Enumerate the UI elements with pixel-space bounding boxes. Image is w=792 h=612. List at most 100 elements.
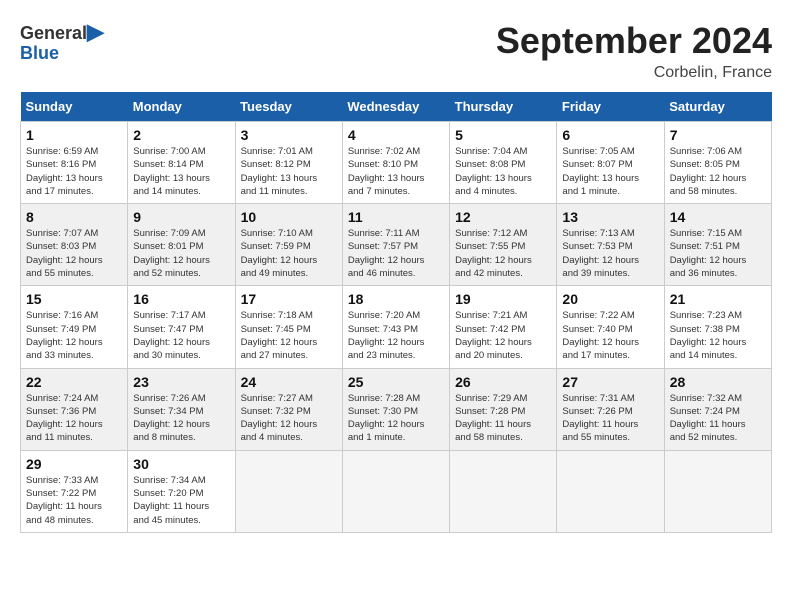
day-info: Sunrise: 6:59 AM Sunset: 8:16 PM Dayligh… <box>26 145 122 198</box>
day-info: Sunrise: 7:13 AM Sunset: 7:53 PM Dayligh… <box>562 227 658 280</box>
day-info: Sunrise: 7:20 AM Sunset: 7:43 PM Dayligh… <box>348 309 444 362</box>
month-title: September 2024 <box>496 20 772 62</box>
day-number: 13 <box>562 209 658 225</box>
calendar-week-5: 29 Sunrise: 7:33 AM Sunset: 7:22 PM Dayli… <box>21 450 772 532</box>
calendar-cell: 11 Sunrise: 7:11 AM Sunset: 7:57 PM Dayli… <box>342 204 449 286</box>
logo-blue: Blue <box>20 44 104 64</box>
day-info: Sunrise: 7:09 AM Sunset: 8:01 PM Dayligh… <box>133 227 229 280</box>
calendar-cell: 26 Sunrise: 7:29 AM Sunset: 7:28 PM Dayli… <box>450 368 557 450</box>
calendar-cell: 5 Sunrise: 7:04 AM Sunset: 8:08 PM Daylig… <box>450 122 557 204</box>
day-info: Sunrise: 7:33 AM Sunset: 7:22 PM Dayligh… <box>26 474 122 527</box>
day-info: Sunrise: 7:07 AM Sunset: 8:03 PM Dayligh… <box>26 227 122 280</box>
header-row: SundayMondayTuesdayWednesdayThursdayFrid… <box>21 92 772 122</box>
calendar-cell: 21 Sunrise: 7:23 AM Sunset: 7:38 PM Dayli… <box>664 286 771 368</box>
calendar-cell: 16 Sunrise: 7:17 AM Sunset: 7:47 PM Dayli… <box>128 286 235 368</box>
day-number: 1 <box>26 127 122 143</box>
day-number: 28 <box>670 374 766 390</box>
calendar-cell: 19 Sunrise: 7:21 AM Sunset: 7:42 PM Dayli… <box>450 286 557 368</box>
calendar-cell: 13 Sunrise: 7:13 AM Sunset: 7:53 PM Dayli… <box>557 204 664 286</box>
title-section: September 2024 Corbelin, France <box>496 20 772 82</box>
calendar-cell: 23Sunrise: 7:26 AM Sunset: 7:34 PM Dayli… <box>128 368 235 450</box>
day-info: Sunrise: 7:29 AM Sunset: 7:28 PM Dayligh… <box>455 392 551 445</box>
weekday-header-sunday: Sunday <box>21 92 128 122</box>
day-number: 9 <box>133 209 229 225</box>
day-number: 7 <box>670 127 766 143</box>
day-info: Sunrise: 7:16 AM Sunset: 7:49 PM Dayligh… <box>26 309 122 362</box>
day-info: Sunrise: 7:24 AM Sunset: 7:36 PM Dayligh… <box>26 392 122 445</box>
day-number: 4 <box>348 127 444 143</box>
calendar-cell: 7Sunrise: 7:06 AM Sunset: 8:05 PM Daylig… <box>664 122 771 204</box>
day-number: 19 <box>455 291 551 307</box>
day-number: 30 <box>133 456 229 472</box>
day-info: Sunrise: 7:00 AM Sunset: 8:14 PM Dayligh… <box>133 145 229 198</box>
calendar-cell <box>450 450 557 532</box>
day-number: 18 <box>348 291 444 307</box>
day-number: 16 <box>133 291 229 307</box>
day-info: Sunrise: 7:01 AM Sunset: 8:12 PM Dayligh… <box>241 145 337 198</box>
calendar-table: SundayMondayTuesdayWednesdayThursdayFrid… <box>20 92 772 533</box>
calendar-cell: 15 Sunrise: 7:16 AM Sunset: 7:49 PM Dayli… <box>21 286 128 368</box>
calendar-cell <box>235 450 342 532</box>
calendar-cell: 6 Sunrise: 7:05 AM Sunset: 8:07 PM Daylig… <box>557 122 664 204</box>
day-number: 29 <box>26 456 122 472</box>
calendar-cell: 12Sunrise: 7:12 AM Sunset: 7:55 PM Dayli… <box>450 204 557 286</box>
day-info: Sunrise: 7:02 AM Sunset: 8:10 PM Dayligh… <box>348 145 444 198</box>
day-info: Sunrise: 7:22 AM Sunset: 7:40 PM Dayligh… <box>562 309 658 362</box>
day-number: 8 <box>26 209 122 225</box>
calendar-cell: 20 Sunrise: 7:22 AM Sunset: 7:40 PM Dayli… <box>557 286 664 368</box>
day-number: 15 <box>26 291 122 307</box>
day-number: 22 <box>26 374 122 390</box>
logo: General▶ Blue <box>20 20 104 64</box>
day-info: Sunrise: 7:27 AM Sunset: 7:32 PM Dayligh… <box>241 392 337 445</box>
calendar-cell: 17Sunrise: 7:18 AM Sunset: 7:45 PM Dayli… <box>235 286 342 368</box>
weekday-header-saturday: Saturday <box>664 92 771 122</box>
day-number: 21 <box>670 291 766 307</box>
day-number: 12 <box>455 209 551 225</box>
logo-general: General <box>20 23 87 43</box>
day-info: Sunrise: 7:18 AM Sunset: 7:45 PM Dayligh… <box>241 309 337 362</box>
day-number: 26 <box>455 374 551 390</box>
calendar-cell: 30 Sunrise: 7:34 AM Sunset: 7:20 PM Dayli… <box>128 450 235 532</box>
day-info: Sunrise: 7:11 AM Sunset: 7:57 PM Dayligh… <box>348 227 444 280</box>
calendar-cell: 3 Sunrise: 7:01 AM Sunset: 8:12 PM Daylig… <box>235 122 342 204</box>
day-info: Sunrise: 7:17 AM Sunset: 7:47 PM Dayligh… <box>133 309 229 362</box>
day-info: Sunrise: 7:15 AM Sunset: 7:51 PM Dayligh… <box>670 227 766 280</box>
weekday-header-friday: Friday <box>557 92 664 122</box>
day-info: Sunrise: 7:05 AM Sunset: 8:07 PM Dayligh… <box>562 145 658 198</box>
calendar-week-2: 8 Sunrise: 7:07 AM Sunset: 8:03 PM Daylig… <box>21 204 772 286</box>
day-number: 11 <box>348 209 444 225</box>
calendar-cell: 24Sunrise: 7:27 AM Sunset: 7:32 PM Dayli… <box>235 368 342 450</box>
calendar-cell: 8 Sunrise: 7:07 AM Sunset: 8:03 PM Daylig… <box>21 204 128 286</box>
calendar-cell: 4 Sunrise: 7:02 AM Sunset: 8:10 PM Daylig… <box>342 122 449 204</box>
day-number: 3 <box>241 127 337 143</box>
calendar-cell <box>557 450 664 532</box>
day-info: Sunrise: 7:31 AM Sunset: 7:26 PM Dayligh… <box>562 392 658 445</box>
calendar-cell: 22 Sunrise: 7:24 AM Sunset: 7:36 PM Dayli… <box>21 368 128 450</box>
day-info: Sunrise: 7:10 AM Sunset: 7:59 PM Dayligh… <box>241 227 337 280</box>
calendar-week-4: 22 Sunrise: 7:24 AM Sunset: 7:36 PM Dayli… <box>21 368 772 450</box>
day-info: Sunrise: 7:32 AM Sunset: 7:24 PM Dayligh… <box>670 392 766 445</box>
calendar-cell: 18 Sunrise: 7:20 AM Sunset: 7:43 PM Dayli… <box>342 286 449 368</box>
day-number: 6 <box>562 127 658 143</box>
day-info: Sunrise: 7:04 AM Sunset: 8:08 PM Dayligh… <box>455 145 551 198</box>
day-info: Sunrise: 7:26 AM Sunset: 7:34 PM Dayligh… <box>133 392 229 445</box>
weekday-header-thursday: Thursday <box>450 92 557 122</box>
calendar-cell <box>664 450 771 532</box>
day-info: Sunrise: 7:28 AM Sunset: 7:30 PM Dayligh… <box>348 392 444 445</box>
day-number: 25 <box>348 374 444 390</box>
day-info: Sunrise: 7:23 AM Sunset: 7:38 PM Dayligh… <box>670 309 766 362</box>
day-info: Sunrise: 7:34 AM Sunset: 7:20 PM Dayligh… <box>133 474 229 527</box>
page-header: General▶ Blue September 2024 Corbelin, F… <box>20 20 772 82</box>
calendar-cell: 25 Sunrise: 7:28 AM Sunset: 7:30 PM Dayli… <box>342 368 449 450</box>
calendar-cell: 29 Sunrise: 7:33 AM Sunset: 7:22 PM Dayli… <box>21 450 128 532</box>
day-number: 14 <box>670 209 766 225</box>
calendar-cell: 14 Sunrise: 7:15 AM Sunset: 7:51 PM Dayli… <box>664 204 771 286</box>
location-title: Corbelin, France <box>496 64 772 82</box>
day-number: 5 <box>455 127 551 143</box>
day-number: 20 <box>562 291 658 307</box>
day-info: Sunrise: 7:21 AM Sunset: 7:42 PM Dayligh… <box>455 309 551 362</box>
calendar-cell: 9 Sunrise: 7:09 AM Sunset: 8:01 PM Daylig… <box>128 204 235 286</box>
weekday-header-tuesday: Tuesday <box>235 92 342 122</box>
calendar-cell: 28 Sunrise: 7:32 AM Sunset: 7:24 PM Dayli… <box>664 368 771 450</box>
calendar-week-3: 15 Sunrise: 7:16 AM Sunset: 7:49 PM Dayli… <box>21 286 772 368</box>
